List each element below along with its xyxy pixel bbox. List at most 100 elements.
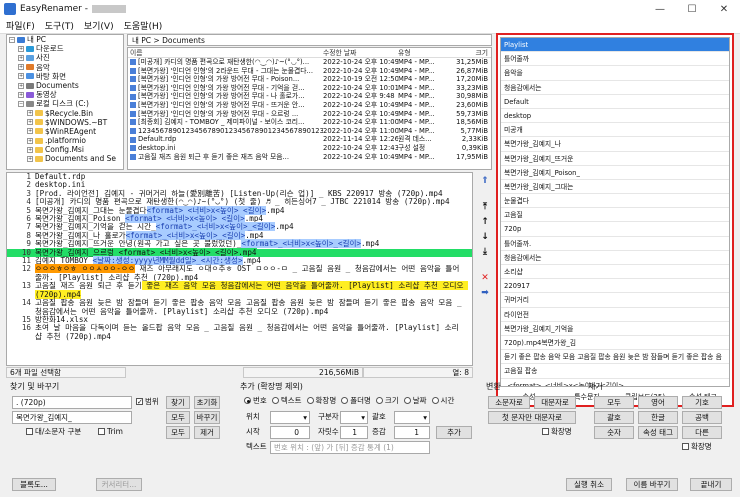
add-radio-option[interactable]: 번호: [244, 395, 267, 407]
file-row[interactable]: [복면가왕] '인디언 인형'의 가왕 방어전 무대 - 나 홀로가... 202…: [128, 92, 491, 101]
word-list-item[interactable]: 틀어줄까: [501, 52, 729, 67]
tree-node[interactable]: + 다운로드: [7, 44, 123, 53]
remove-button[interactable]: 제거: [194, 426, 220, 439]
word-list-item[interactable]: 복면가왕_김예지_나: [501, 137, 729, 152]
file-row[interactable]: [미공개] 카디의 명품 편곡으로 재탄생한(◠‿◠)♪~(°◡°)... 202…: [128, 58, 491, 67]
close-button[interactable]: ✕: [708, 0, 740, 18]
tree-toggle-icon[interactable]: +: [18, 54, 24, 61]
add-radio-option[interactable]: 날짜: [403, 395, 427, 407]
trim-checkbox[interactable]: Trim: [98, 426, 123, 438]
tree-node[interactable]: − 내 PC: [7, 35, 123, 44]
paren-select[interactable]: ▾: [394, 411, 430, 424]
add-text-input[interactable]: 번호 위치 : (앞) 가 [뒤] 증감 통계 (1): [270, 441, 430, 454]
tree-toggle-icon[interactable]: +: [27, 119, 33, 126]
word-list[interactable]: Playlist 틀어줄까 음악을 청음감에서는 Default desktop 미공개 복면…: [500, 37, 730, 387]
tree-toggle-icon[interactable]: +: [27, 137, 33, 144]
add-radio-option[interactable]: 크기: [375, 395, 399, 407]
tree-toggle-icon[interactable]: +: [18, 91, 24, 98]
tree-node[interactable]: + 음악: [7, 63, 123, 72]
tree-node[interactable]: + Documents: [7, 81, 123, 90]
word-list-item[interactable]: 미공개: [501, 123, 729, 138]
delete-icon[interactable]: ✕: [479, 272, 491, 284]
editor-line[interactable]: 14 고음질 팝송 음원 늦은 밤 잠들며 듣기 좋은 팝송 음악 모음 고음질 …: [7, 298, 472, 316]
tree-node[interactable]: + .platformio: [7, 136, 123, 145]
remove-all-button[interactable]: 모두: [166, 426, 190, 439]
uppercase-button[interactable]: 대문자로: [534, 396, 576, 409]
find-input[interactable]: . (720p): [12, 396, 132, 409]
file-row[interactable]: desktop.ini 2022-10-24 오후 12:43 구성 설정 0,39K…: [128, 144, 491, 153]
convert-ext-checkbox[interactable]: 확장명: [542, 426, 572, 438]
editor-line[interactable]: 16 초여 날 마음을 다독이며 듣는 올드팝 음악 모음 _ 고음질 음원 _ …: [7, 324, 472, 341]
word-list-item[interactable]: 틀어줄까.: [501, 237, 729, 251]
start-input[interactable]: 0: [270, 426, 310, 439]
file-row[interactable]: 고음질 재즈 음원 퇴근 후 듣기 좋은 재즈 음악 모음... 2022-10-…: [128, 153, 491, 162]
word-list-item[interactable]: 청음감에서는: [501, 81, 729, 95]
digits-input[interactable]: 1: [340, 426, 368, 439]
file-row[interactable]: [복면가왕] '인디언 인형'의 가왕 방어전 무대 - 뜨거운 안... 202…: [128, 101, 491, 110]
reset-button[interactable]: 초기화: [194, 396, 220, 409]
col-name-header[interactable]: 이름: [128, 48, 323, 57]
file-row[interactable]: [복면가왕] '인디언 인형'의 가왕 방어전 무대 - 기억을 걷... 202…: [128, 84, 491, 93]
remove-english-button[interactable]: 영어: [638, 396, 678, 409]
folder-tree[interactable]: − 내 PC + 다운로드 + 사진 + 음악 + 바탕 화면 + Documents + 동영상 − 로컬 …: [6, 34, 124, 170]
add-radio-option[interactable]: 시간: [431, 395, 454, 407]
word-list-item[interactable]: 복면가왕_김예지_뜨거운: [501, 152, 729, 166]
move-down-icon[interactable]: ↓: [479, 231, 491, 243]
col-date-header[interactable]: 수정한 날짜: [323, 48, 398, 57]
word-list-item[interactable]: Playlist: [501, 38, 729, 53]
word-list-item[interactable]: 음악을: [501, 66, 729, 81]
case-checkbox[interactable]: 대/소문자 구분: [26, 426, 81, 438]
tree-toggle-icon[interactable]: +: [27, 156, 33, 163]
file-row[interactable]: [복면가왕] '인디언 인형'의 가왕 방어전 무대 - 으르렁 ... 2022…: [128, 110, 491, 119]
tree-node[interactable]: + 바탕 화면: [7, 72, 123, 81]
add-radio-option[interactable]: 텍스트: [271, 395, 302, 407]
word-list-item[interactable]: 듣기 좋은 팝송 음악 모음 고음질 팝송 음원 늦은 밤 잠들며 듣기 좋은 …: [501, 350, 729, 365]
col-type-header[interactable]: 유형: [398, 48, 448, 57]
word-list-item[interactable]: Default: [501, 95, 729, 109]
word-list-item[interactable]: _<format>_<너비>x<높이>_<길이>: [501, 379, 729, 387]
add-radio-option[interactable]: 폴더명: [341, 395, 371, 407]
rename-editor[interactable]: 1 Default.rdp 2 desktop.ini 3 [Prod. 라이언전] 김예…: [6, 172, 473, 366]
tree-node[interactable]: + 사진: [7, 53, 123, 62]
maximize-button[interactable]: ☐: [676, 0, 708, 18]
add-radio-option[interactable]: 확장명: [306, 395, 336, 407]
tree-node[interactable]: + Config.Msi: [7, 145, 123, 154]
remove-parens-button[interactable]: 괄호: [594, 411, 634, 424]
tree-toggle-icon[interactable]: +: [18, 45, 24, 52]
word-list-item[interactable]: 고음질: [501, 208, 729, 223]
undo-button[interactable]: 실행 취소: [566, 478, 612, 491]
remove-korean-button[interactable]: 한글: [638, 411, 678, 424]
word-list-item[interactable]: 복면가왕_김예지_그대는: [501, 180, 729, 195]
tree-toggle-icon[interactable]: +: [27, 110, 33, 117]
word-list-item[interactable]: 귀머거리: [501, 293, 729, 308]
remove-ext-checkbox[interactable]: 확장명: [682, 441, 712, 453]
word-list-item[interactable]: 복면가왕_김예지_기억을: [501, 322, 729, 336]
minimize-button[interactable]: —: [644, 0, 676, 18]
tree-node[interactable]: + Documents and Se: [7, 154, 123, 163]
remove-property-tags-button[interactable]: 속성 태그: [638, 426, 678, 439]
word-list-item[interactable]: 소리샵: [501, 265, 729, 280]
editor-line[interactable]: 13 고음질 재즈 음원 퇴근 후 듣기 좋은 재즈 음악 모음 청음감에서는 어…: [7, 281, 472, 299]
apply-arrow-icon[interactable]: ➡: [479, 287, 491, 299]
arrow-up-top-icon[interactable]: ⇑: [479, 175, 491, 187]
editor-line[interactable]: 12 ㅇㅇㅇㅎㅇㅎ ㅇㅇㅅㅇㅇ-ㅇㅇ 재즈 아무래지도 ㅇ대ㅇ추ㅎ OST ㅁㅇㅇ…: [7, 264, 472, 282]
tree-toggle-icon[interactable]: +: [18, 64, 24, 71]
tree-toggle-icon[interactable]: +: [27, 146, 33, 153]
cursor-button[interactable]: 커서리터...: [96, 478, 142, 491]
move-bottom-icon[interactable]: ⤓: [479, 246, 491, 258]
file-row[interactable]: [최종회] 김예지 - TOMBOY _ 제미파이널 - 보이스 코리... 20…: [128, 118, 491, 127]
word-list-item[interactable]: 720p).mp4복면가왕_김: [501, 336, 729, 351]
menu-help[interactable]: 도움말(H): [124, 19, 163, 32]
lowercase-button[interactable]: 소문자로: [488, 396, 530, 409]
inc-input[interactable]: 1: [394, 426, 430, 439]
remove-other-button[interactable]: 다른: [682, 426, 722, 439]
replace-input[interactable]: 복면가왕_김예지_: [12, 411, 132, 424]
tree-toggle-icon[interactable]: −: [9, 36, 15, 43]
tree-toggle-icon[interactable]: −: [18, 100, 24, 107]
menu-tools[interactable]: 도구(T): [45, 19, 74, 32]
move-top-icon[interactable]: ⤒: [479, 201, 491, 213]
rename-button[interactable]: 이름 바꾸기: [626, 478, 678, 491]
tree-toggle-icon[interactable]: +: [18, 73, 24, 80]
tree-toggle-icon[interactable]: +: [18, 82, 24, 89]
word-list-item[interactable]: 복면가왕_김예지_Poison_: [501, 166, 729, 180]
